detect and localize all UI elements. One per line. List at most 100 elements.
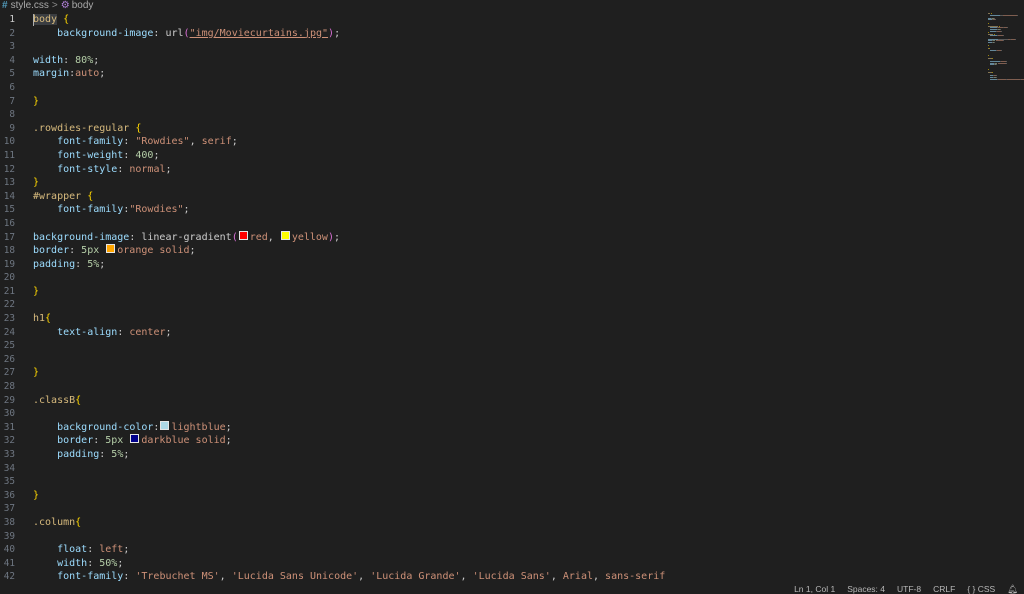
code-text[interactable]: #wrapper {	[33, 190, 93, 204]
code-text[interactable]: }	[33, 489, 39, 503]
code-line[interactable]: 34	[0, 462, 980, 476]
code-line[interactable]: 17 background-image: linear-gradient(red,…	[0, 230, 980, 245]
code-line[interactable]: 4 width: 80%;	[0, 54, 980, 68]
language-mode[interactable]: { } CSS	[967, 584, 995, 594]
color-swatch[interactable]	[130, 434, 140, 444]
code-line[interactable]: 32 border: 5px darkblue solid;	[0, 434, 980, 448]
code-line[interactable]: 8	[0, 108, 980, 122]
code-line[interactable]: 29 .classB{	[0, 394, 980, 408]
code-line[interactable]: 22	[0, 298, 980, 312]
line-number: 4	[9, 54, 15, 66]
code-token: {	[45, 313, 52, 325]
code-line[interactable]: 6	[0, 81, 980, 95]
color-swatch[interactable]	[160, 420, 170, 430]
cursor-position[interactable]: Ln 1, Col 1	[794, 584, 835, 594]
code-text[interactable]: border: 5px darkblue solid;	[33, 434, 232, 448]
code-line[interactable]: 20	[0, 271, 980, 285]
code-text[interactable]: font-family:"Rowdies";	[33, 203, 190, 217]
code-line[interactable]: 2 background-image: url("img/Moviecurtai…	[0, 27, 980, 41]
code-line[interactable]: 15 font-family:"Rowdies";	[0, 203, 980, 217]
bell-icon[interactable]: 🔔︎	[1007, 584, 1018, 594]
code-token: :	[117, 163, 130, 175]
code-line[interactable]: 10 font-family: "Rowdies", serif;	[0, 135, 980, 149]
color-swatch[interactable]	[106, 244, 116, 254]
code-text[interactable]: margin:auto;	[33, 67, 105, 81]
code-line[interactable]: 24 text-align: center;	[0, 326, 980, 340]
code-line[interactable]: 26	[0, 353, 980, 367]
minimap-line	[988, 55, 989, 56]
code-text[interactable]: background-image: linear-gradient(red, y…	[33, 230, 340, 245]
code-line[interactable]: 12 font-style: normal;	[0, 163, 980, 177]
code-text[interactable]: font-family: 'Trebuchet MS', 'Lucida San…	[33, 570, 665, 584]
code-text[interactable]: background-image: url("img/Moviecurtains…	[33, 27, 340, 41]
code-token: 5px	[105, 435, 124, 447]
eol-setting[interactable]: CRLF	[933, 584, 955, 594]
code-text[interactable]: padding: 5%;	[33, 258, 105, 272]
minimap[interactable]	[984, 13, 1024, 83]
code-text[interactable]: }	[33, 176, 39, 190]
code-text[interactable]: font-weight: 400;	[33, 149, 159, 163]
code-text[interactable]: }	[33, 285, 39, 299]
code-text[interactable]: border: 5px orange solid;	[33, 244, 196, 258]
code-text[interactable]: float: left;	[33, 543, 129, 557]
code-text[interactable]: h1{	[33, 312, 51, 326]
code-line[interactable]: 14 #wrapper {	[0, 190, 980, 204]
code-line[interactable]: 18 border: 5px orange solid;	[0, 244, 980, 258]
code-line[interactable]: 11 font-weight: 400;	[0, 149, 980, 163]
code-text[interactable]: background-color: lightblue;	[33, 420, 232, 435]
code-line[interactable]: 13}	[0, 176, 980, 190]
code-text[interactable]: body {	[33, 13, 69, 27]
code-text[interactable]: .classB{	[33, 394, 81, 408]
code-text[interactable]: width: 80%;	[33, 54, 99, 68]
code-line[interactable]: 38 .column{	[0, 516, 980, 530]
code-line[interactable]: 19 padding: 5%;	[0, 258, 980, 272]
color-swatch[interactable]	[238, 230, 248, 240]
code-line[interactable]: 1 body {	[0, 13, 980, 27]
code-line[interactable]: 9 .rowdies-regular {	[0, 122, 980, 136]
code-token: ;	[183, 204, 190, 216]
code-line[interactable]: 7}	[0, 95, 980, 109]
code-editor[interactable]: # style.css > ⚙ body 1 body {2 background-ima…	[0, 0, 1024, 594]
code-text[interactable]: .column{	[33, 516, 81, 530]
color-swatch[interactable]	[280, 230, 290, 240]
code-line[interactable]: 5 margin:auto;	[0, 67, 980, 81]
code-token: ,	[550, 571, 563, 583]
code-line[interactable]: 27}	[0, 366, 980, 380]
code-line[interactable]: 35	[0, 475, 980, 489]
code-line[interactable]: 36}	[0, 489, 980, 503]
code-line[interactable]: 28	[0, 380, 980, 394]
code-line[interactable]: 31 background-color: lightblue;	[0, 420, 980, 435]
code-token: 'Lucida Grande'	[370, 571, 461, 583]
code-text[interactable]: .rowdies-regular {	[33, 122, 141, 136]
code-line[interactable]: 42 font-family: 'Trebuchet MS', 'Lucida …	[0, 570, 980, 584]
code-text[interactable]: text-align: center;	[33, 326, 171, 340]
code-line[interactable]: 33 padding: 5%;	[0, 448, 980, 462]
code-line[interactable]: 25	[0, 339, 980, 353]
code-text[interactable]: font-family: "Rowdies", serif;	[33, 135, 238, 149]
breadcrumb-symbol[interactable]: body	[72, 0, 94, 11]
code-line[interactable]: 3	[0, 40, 980, 54]
code-token: "Rowdies"	[135, 136, 190, 148]
code-text[interactable]: width: 50%;	[33, 557, 123, 571]
encoding-setting[interactable]: UTF-8	[897, 584, 921, 594]
code-text[interactable]: }	[33, 95, 39, 109]
code-token: ;	[123, 544, 130, 556]
editor-lines[interactable]: 1 body {2 background-image: url("img/Movi…	[0, 13, 980, 584]
code-line[interactable]: 37	[0, 502, 980, 516]
code-text[interactable]: }	[33, 366, 39, 380]
code-token: normal	[129, 163, 166, 175]
code-text[interactable]: font-style: normal;	[33, 163, 171, 177]
code-line[interactable]: 40 float: left;	[0, 543, 980, 557]
breadcrumb-file[interactable]: style.css	[11, 0, 49, 11]
code-token: ;	[153, 149, 160, 161]
indentation-setting[interactable]: Spaces: 4	[847, 584, 885, 594]
line-number: 28	[3, 381, 15, 393]
code-line[interactable]: 21}	[0, 285, 980, 299]
code-text[interactable]: padding: 5%;	[33, 448, 129, 462]
code-line[interactable]: 39	[0, 530, 980, 544]
code-line[interactable]: 30	[0, 407, 980, 421]
code-line[interactable]: 16	[0, 217, 980, 231]
code-line[interactable]: 41 width: 50%;	[0, 557, 980, 571]
code-line[interactable]: 23 h1{	[0, 312, 980, 326]
